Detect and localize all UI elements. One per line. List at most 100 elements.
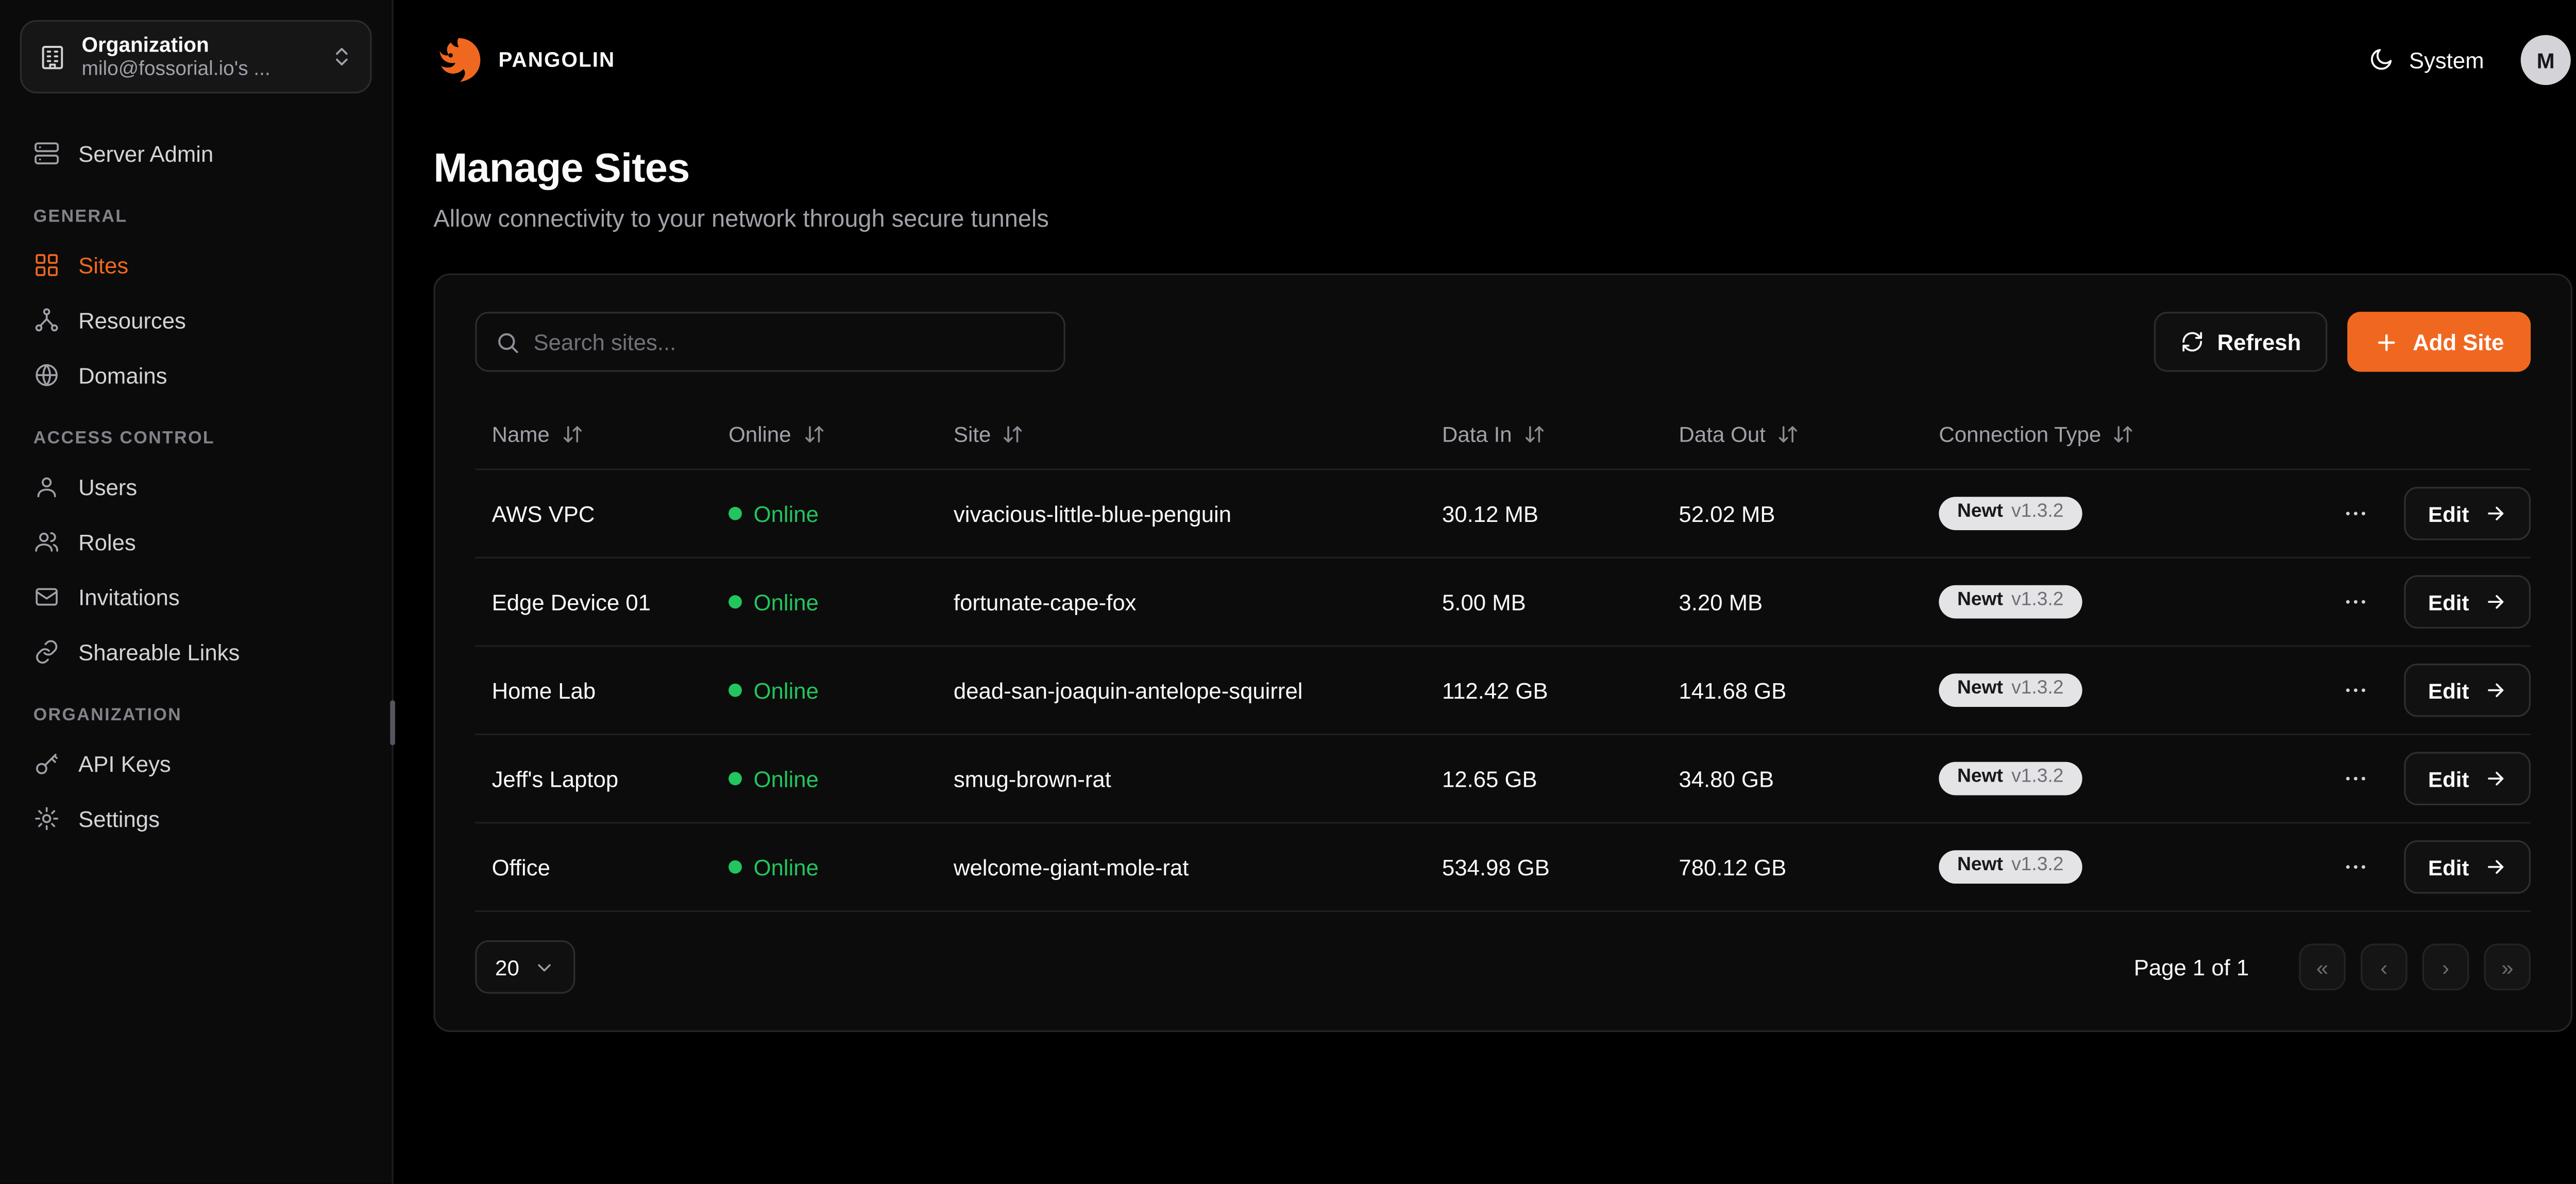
first-page-button[interactable]: « xyxy=(2299,944,2346,991)
connection-type-name: Newt xyxy=(1957,504,2003,523)
sites-icon xyxy=(33,252,60,279)
sidebar-scrollbar[interactable] xyxy=(390,700,395,745)
row-edit-button[interactable]: Edit xyxy=(2405,752,2531,805)
add-site-button-label: Add Site xyxy=(2413,329,2504,354)
sidebar-item-label: API Keys xyxy=(78,751,171,776)
sidebar-item-shareable-links[interactable]: Shareable Links xyxy=(20,625,372,679)
tunnel-name-cell: fortunate-cape-fox xyxy=(937,589,1426,615)
table-footer: 20 Page 1 of 1 « ‹ › » xyxy=(475,910,2531,994)
refresh-icon xyxy=(2180,330,2204,353)
moon-icon xyxy=(2367,47,2394,74)
connection-type-cell: Newtv1.3.2 xyxy=(1922,497,2344,530)
next-page-button[interactable]: › xyxy=(2422,944,2469,991)
row-edit-button[interactable]: Edit xyxy=(2405,664,2531,717)
connection-type-cell: Newtv1.3.2 xyxy=(1922,674,2344,706)
status-cell: Online xyxy=(712,854,937,879)
connection-type-name: Newt xyxy=(1957,681,2003,700)
last-page-button[interactable]: » xyxy=(2484,944,2531,991)
org-selector[interactable]: Organization milo@fossorial.io's ... xyxy=(20,20,372,93)
connection-type-badge: Newtv1.3.2 xyxy=(1939,674,2082,706)
column-header-connection-type[interactable]: Connection Type xyxy=(1922,421,2344,446)
table-row: Office Online welcome-giant-mole-rat 534… xyxy=(475,822,2531,910)
status-cell: Online xyxy=(712,678,937,703)
status-text: Online xyxy=(754,589,819,615)
theme-toggle[interactable]: System xyxy=(2367,47,2484,74)
sidebar-item-settings[interactable]: Settings xyxy=(20,792,372,845)
avatar[interactable]: M xyxy=(2521,35,2571,85)
arrow-up-down-icon xyxy=(1777,422,1799,444)
column-label: Data In xyxy=(1442,421,1512,446)
arrow-up-down-icon xyxy=(1523,422,1545,444)
row-more-button[interactable] xyxy=(2336,758,2377,799)
column-header-data-in[interactable]: Data In xyxy=(1426,421,1662,446)
row-edit-button[interactable]: Edit xyxy=(2405,487,2531,540)
sidebar-item-label: Invitations xyxy=(78,584,180,610)
sidebar-item-domains[interactable]: Domains xyxy=(20,348,372,402)
section-label-general: GENERAL xyxy=(33,207,359,227)
plus-icon xyxy=(2375,329,2400,354)
app-root: Organization milo@fossorial.io's ... Ser… xyxy=(0,0,2576,1183)
refresh-button[interactable]: Refresh xyxy=(2154,312,2328,371)
row-more-button[interactable] xyxy=(2336,494,2377,534)
arrow-right-icon xyxy=(2484,590,2507,614)
table-row: Edge Device 01 Online fortunate-cape-fox… xyxy=(475,557,2531,646)
row-more-button[interactable] xyxy=(2336,847,2377,887)
sites-table: Name Online Site Data In xyxy=(475,398,2531,993)
row-actions: Edit xyxy=(2344,752,2531,805)
online-dot-icon xyxy=(728,595,742,608)
online-dot-icon xyxy=(728,860,742,874)
data-out-cell: 141.68 GB xyxy=(1662,678,1922,703)
sidebar-item-sites[interactable]: Sites xyxy=(20,239,372,292)
sidebar-item-api-keys[interactable]: API Keys xyxy=(20,737,372,790)
building-icon xyxy=(38,43,66,71)
edit-button-label: Edit xyxy=(2428,678,2469,703)
gear-icon xyxy=(33,805,60,832)
data-out-cell: 3.20 MB xyxy=(1662,589,1922,615)
column-header-data-out[interactable]: Data Out xyxy=(1662,421,1922,446)
column-header-site[interactable]: Site xyxy=(937,421,1426,446)
sidebar-item-label: Server Admin xyxy=(78,141,213,166)
connection-type-version: v1.3.2 xyxy=(2011,769,2063,788)
search-icon xyxy=(495,329,520,354)
sidebar-item-resources[interactable]: Resources xyxy=(20,294,372,347)
online-dot-icon xyxy=(728,684,742,697)
sites-card: Refresh Add Site Name xyxy=(433,274,2572,1032)
search-box xyxy=(475,312,1065,371)
sidebar-item-label: Settings xyxy=(78,806,160,832)
section-label-access-control: ACCESS CONTROL xyxy=(33,429,359,449)
sidebar-item-invitations[interactable]: Invitations xyxy=(20,570,372,624)
pager-buttons: « ‹ › » xyxy=(2299,944,2531,991)
data-out-cell: 780.12 GB xyxy=(1662,854,1922,879)
add-site-button[interactable]: Add Site xyxy=(2348,312,2531,371)
key-icon xyxy=(33,750,60,777)
status-cell: Online xyxy=(712,766,937,791)
sidebar-item-label: Sites xyxy=(78,252,128,278)
site-name-cell: AWS VPC xyxy=(475,501,711,526)
brand-name: PANGOLIN xyxy=(499,48,616,72)
sidebar-item-roles[interactable]: Roles xyxy=(20,515,372,569)
connection-type-name: Newt xyxy=(1957,857,2003,876)
main-content: PANGOLIN System M Manage Sites Allow con… xyxy=(394,0,2576,1183)
sidebar-item-users[interactable]: Users xyxy=(20,460,372,514)
row-edit-button[interactable]: Edit xyxy=(2405,840,2531,894)
arrow-up-down-icon xyxy=(2113,422,2134,444)
data-in-cell: 12.65 GB xyxy=(1426,766,1662,791)
connection-type-cell: Newtv1.3.2 xyxy=(1922,763,2344,795)
connection-type-cell: Newtv1.3.2 xyxy=(1922,851,2344,883)
mail-icon xyxy=(33,584,60,611)
connection-type-cell: Newtv1.3.2 xyxy=(1922,586,2344,618)
search-input[interactable] xyxy=(533,329,1045,354)
previous-page-button[interactable]: ‹ xyxy=(2361,944,2408,991)
connection-type-badge: Newtv1.3.2 xyxy=(1939,851,2082,883)
row-edit-button[interactable]: Edit xyxy=(2405,575,2531,629)
topbar-right: System M xyxy=(2367,35,2571,85)
tunnel-name-cell: smug-brown-rat xyxy=(937,766,1426,791)
row-more-button[interactable] xyxy=(2336,670,2377,711)
arrow-right-icon xyxy=(2484,679,2507,702)
column-header-online[interactable]: Online xyxy=(712,421,937,446)
row-more-button[interactable] xyxy=(2336,582,2377,622)
sidebar-item-server-admin[interactable]: Server Admin xyxy=(20,127,372,180)
page-size-select[interactable]: 20 xyxy=(475,940,576,994)
column-header-name[interactable]: Name xyxy=(475,421,711,446)
table-row: Home Lab Online dead-san-joaquin-antelop… xyxy=(475,645,2531,734)
